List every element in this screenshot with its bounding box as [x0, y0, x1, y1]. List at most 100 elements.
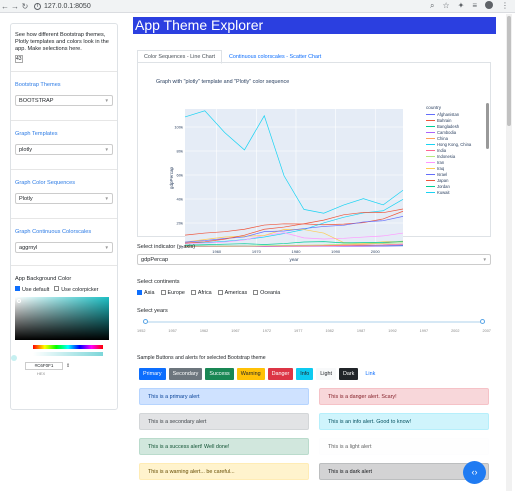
y-tick-label: 100k — [174, 125, 183, 130]
page-scrollbar[interactable] — [506, 14, 512, 491]
info-icon[interactable]: i — [34, 2, 41, 10]
use-default-radio[interactable]: Use default — [15, 286, 49, 293]
year-mark: 1987 — [356, 329, 366, 333]
legend-swatch — [426, 161, 435, 163]
sample-button-secondary[interactable]: Secondary — [168, 368, 203, 380]
reload-icon[interactable]: ↻ — [20, 2, 30, 11]
continent-checkbox[interactable]: Europe — [160, 290, 185, 296]
templates-card: Graph Templates plotly ▼ — [11, 120, 117, 155]
legend-swatch — [426, 155, 435, 157]
legend-label: Bangladesh — [437, 123, 460, 129]
legend-label: Indonesia — [437, 153, 456, 159]
legend-label: Kuwait — [437, 189, 450, 195]
chevron-down-icon: ▼ — [104, 245, 109, 250]
chevron-down-icon: ▼ — [104, 147, 109, 152]
more-icon[interactable]: ⋮ — [501, 1, 509, 11]
legend-swatch — [426, 179, 435, 181]
templates-value: plotly — [19, 146, 33, 153]
continent-checklist: Asia Europe Africa Americas Oceania — [137, 290, 491, 296]
checkbox-box[interactable] — [160, 290, 166, 296]
extensions-icon[interactable]: ✦ — [458, 1, 465, 11]
year-range-slider[interactable] — [137, 318, 491, 328]
legend-swatch — [426, 173, 435, 175]
years-section: Select years 1952 1957 1962 1967 1972 1977 198… — [137, 308, 491, 333]
colorscale-dropdown[interactable]: aggrnyl ▼ — [15, 242, 113, 253]
checkbox-label: Africa — [197, 290, 212, 296]
legend-swatch — [426, 113, 435, 115]
hue-slider[interactable] — [33, 345, 103, 349]
sample-button-success[interactable]: Success — [205, 368, 234, 380]
year-mark: 1952 — [137, 329, 146, 333]
y-axis-label: gdpPercap — [169, 166, 174, 189]
legend-swatch — [426, 149, 435, 151]
colorseq-card: Graph Color Sequences Plotly ▼ — [11, 169, 117, 204]
themes-value: BOOTSTRAP — [19, 97, 54, 104]
legend-scrollbar[interactable] — [486, 103, 489, 149]
sample-alert: This is a success alert! Well done! — [139, 438, 309, 455]
alpha-slider[interactable] — [33, 352, 103, 356]
sample-button-dark[interactable]: Dark — [339, 368, 359, 380]
line-chart[interactable]: 020k40k60k80k100k1960 1970 1980 1990 2000yea… — [169, 105, 419, 266]
colorseq-dropdown[interactable]: Plotly ▼ — [15, 193, 113, 204]
indicator-dropdown[interactable]: gdpPercap ▼ — [137, 254, 491, 265]
continent-checkbox[interactable]: Asia — [137, 290, 155, 296]
themes-dropdown[interactable]: BOOTSTRAP ▼ — [15, 95, 113, 106]
sample-button-info[interactable]: Info — [296, 368, 314, 380]
year-mark: 1977 — [294, 329, 303, 333]
year-end-handle[interactable] — [480, 319, 485, 324]
menu-icon[interactable]: ≡ — [472, 1, 477, 11]
zoom-icon[interactable]: ⌕ — [430, 1, 434, 11]
sample-alert: This is a primary alert — [139, 388, 309, 405]
background-card: App Background Color Use default Use col… — [11, 265, 117, 376]
back-icon[interactable]: ← — [0, 2, 10, 11]
chart-legend[interactable]: country Afghanistan Bahrain Bangladesh Cambo… — [426, 105, 471, 195]
continent-checkbox[interactable]: Africa — [190, 290, 212, 296]
forward-icon[interactable]: → — [10, 2, 20, 11]
colorscale-value: aggrnyl — [19, 244, 38, 251]
y-tick-label: 40k — [177, 197, 183, 202]
themes-label: Bootstrap Themes — [15, 82, 61, 88]
sample-button-warning[interactable]: Warning — [236, 368, 265, 380]
checkbox-box[interactable] — [253, 290, 259, 296]
page-title: App Theme Explorer — [133, 17, 496, 34]
checkbox-box[interactable] — [137, 290, 142, 296]
address-bar[interactable]: i 127.0.0.1:8050 — [34, 2, 91, 10]
color-saturation-area[interactable] — [15, 297, 109, 340]
star-icon[interactable]: ☆ — [442, 1, 449, 11]
use-default-label: Use default — [22, 287, 50, 293]
hex-input[interactable]: #C6F0F1 — [25, 362, 63, 370]
sample-buttons: Primary Secondary Success Warning Danger Info… — [139, 368, 379, 380]
plot-area — [185, 109, 403, 247]
continent-checkbox[interactable]: Americas — [217, 290, 248, 296]
sample-button-light[interactable]: Light — [316, 368, 336, 380]
sample-button-primary[interactable]: Primary — [139, 368, 166, 380]
checkbox-box[interactable] — [217, 290, 223, 296]
code-toggle-button[interactable]: ‹› — [463, 461, 486, 484]
year-start-handle[interactable] — [143, 319, 148, 324]
checkbox-box[interactable] — [190, 290, 196, 296]
sample-button-link[interactable]: Link — [361, 368, 379, 380]
indicator-label: Select indicator (y-axis) — [137, 244, 196, 250]
year-mark: 1982 — [325, 329, 334, 333]
legend-label: Hong Kong, China — [437, 141, 472, 147]
bg-label: App Background Color — [15, 276, 72, 282]
legend-item[interactable]: Kuwait — [426, 189, 471, 195]
use-picker-label: Use colorpicker — [61, 287, 99, 293]
colorseq-label: Graph Color Sequences — [15, 180, 76, 186]
hex-caption: HEX — [37, 371, 46, 376]
samples-title: Sample Buttons and alerts for selected B… — [137, 355, 266, 361]
use-picker-radio[interactable]: Use colorpicker — [54, 286, 98, 293]
colorscale-card: Graph Continuous Colorscales aggrnyl ▼ — [11, 218, 117, 253]
year-mark: 2007 — [482, 329, 491, 333]
avatar[interactable] — [485, 1, 493, 9]
chevron-down-icon: ▼ — [104, 98, 109, 103]
checkbox-label: Americas — [224, 290, 248, 296]
year-mark: 2002 — [451, 329, 460, 333]
url-text[interactable]: 127.0.0.1:8050 — [44, 3, 91, 10]
hex-toggle-icon[interactable]: ⇕ — [66, 363, 70, 369]
color-handle[interactable] — [17, 299, 21, 303]
templates-dropdown[interactable]: plotly ▼ — [15, 144, 113, 155]
sample-button-danger[interactable]: Danger — [267, 368, 294, 380]
number-input[interactable]: 43 — [15, 55, 23, 63]
continent-checkbox[interactable]: Oceania — [253, 290, 280, 296]
